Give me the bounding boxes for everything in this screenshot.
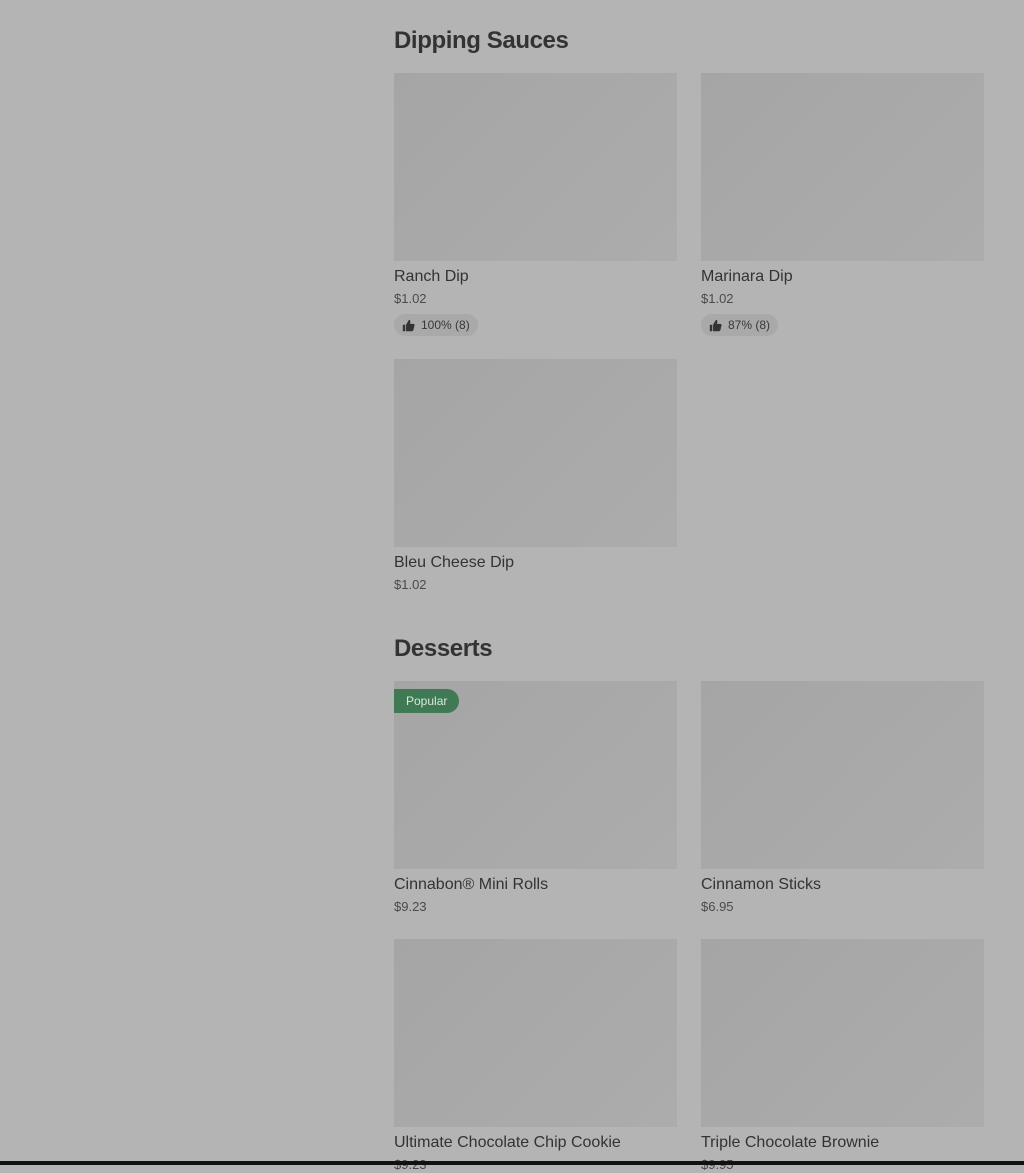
item-image[interactable] — [701, 939, 984, 1127]
menu-item-triple-chocolate-brownie[interactable]: Triple Chocolate Brownie $9.95 — [701, 939, 984, 1173]
item-image[interactable] — [394, 939, 677, 1127]
menu-item-ranch-dip[interactable]: Ranch Dip $1.02 100% (8) — [394, 73, 677, 337]
item-name: Bleu Cheese Dip — [394, 554, 515, 571]
rating-badge: 87% (8) — [701, 314, 779, 336]
section-title-dipping-sauces: Dipping Sauces — [394, 27, 569, 54]
item-price: $9.95 — [701, 1157, 984, 1173]
menu-item-bleu-cheese-dip[interactable]: Bleu Cheese Dip $1.02 — [394, 359, 677, 593]
thumbs-up-icon — [402, 319, 415, 331]
item-name: Ultimate Chocolate Chip Cookie — [394, 1134, 621, 1151]
menu-item-cinnabon-mini-rolls[interactable]: Popular Cinnabon® Mini Rolls $9.23 — [394, 681, 677, 915]
thumbs-up-icon — [709, 319, 722, 331]
rating-text: 100% (8) — [421, 318, 470, 332]
item-price: $9.23 — [394, 1157, 677, 1173]
item-name: Marinara Dip — [701, 268, 793, 285]
popular-badge: Popular — [394, 689, 460, 713]
item-price: $9.23 — [394, 899, 427, 914]
rating-badge: 100% (8) — [394, 314, 478, 336]
item-image[interactable] — [394, 359, 677, 547]
item-price: $1.02 — [394, 291, 427, 306]
bottom-edge-bar — [0, 1161, 1024, 1165]
rating-text: 87% (8) — [728, 318, 771, 332]
item-price: $1.02 — [701, 291, 734, 306]
item-price: $6.95 — [701, 899, 734, 914]
menu-item-cinnamon-sticks[interactable]: Cinnamon Sticks $6.95 — [701, 681, 984, 915]
item-image[interactable] — [394, 73, 677, 261]
menu-item-marinara-dip[interactable]: Marinara Dip $1.02 87% (8) — [701, 73, 984, 337]
menu-item-ultimate-chocolate-chip-cookie[interactable]: Ultimate Chocolate Chip Cookie $9.23 — [394, 939, 677, 1173]
item-image[interactable] — [701, 73, 984, 261]
section-title-desserts: Desserts — [394, 635, 493, 662]
item-name: Triple Chocolate Brownie — [701, 1134, 880, 1151]
item-price: $1.02 — [394, 577, 427, 592]
item-name: Cinnamon Sticks — [701, 876, 822, 893]
item-image[interactable] — [701, 681, 984, 869]
item-name: Cinnabon® Mini Rolls — [394, 876, 549, 893]
item-image[interactable]: Popular — [394, 681, 677, 869]
item-name: Ranch Dip — [394, 268, 469, 285]
